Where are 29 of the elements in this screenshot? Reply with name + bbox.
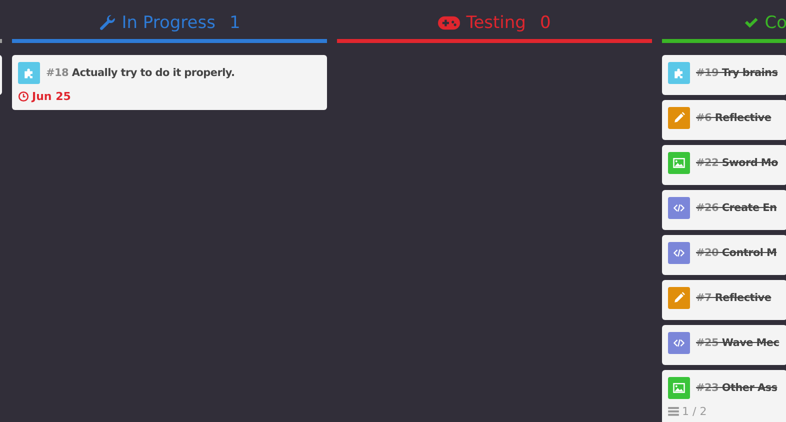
card-title: #20 Control M [696, 247, 777, 259]
wrench-icon [98, 14, 116, 31]
due-date-text: Jun 25 [32, 90, 71, 103]
task-card[interactable]: #19 Try brains [662, 55, 786, 95]
task-card[interactable]: #7 Reflective [662, 280, 786, 320]
card-title: #7 Reflective [696, 292, 772, 304]
task-card[interactable]: #23 Other Ass 1 / 2 [662, 370, 786, 422]
column-count: 1 [229, 12, 240, 32]
task-card[interactable]: #25 Wave Mec [662, 325, 786, 365]
card-title: #18 Actually try to do it properly. [46, 67, 235, 79]
column-title: Testing [466, 12, 526, 32]
card-title: #23 Other Ass [696, 382, 778, 394]
card-title: #22 Sword Mo [696, 157, 778, 169]
card-title: #25 Wave Mec [696, 337, 780, 349]
task-card[interactable]: #6 Reflective [662, 100, 786, 140]
subtask-count: 1 / 2 [682, 405, 707, 418]
task-card[interactable]: #18 Actually try to do it properly. Jun 25 [12, 55, 327, 110]
clock-icon [18, 91, 29, 102]
gamepad-icon [438, 16, 460, 30]
list-icon [668, 407, 679, 416]
task-card[interactable]: #22 Sword Mo [662, 145, 786, 185]
column-count: 0 [540, 12, 551, 32]
card-title: #6 Reflective [696, 112, 772, 124]
card-title: #26 Create En [696, 202, 777, 214]
task-card[interactable]: #26 Create En [662, 190, 786, 230]
column-title: Co [764, 12, 786, 32]
column-title: In Progress [122, 12, 216, 32]
card-title: #19 Try brains [696, 67, 778, 79]
task-card[interactable]: #20 Control M [662, 235, 786, 275]
